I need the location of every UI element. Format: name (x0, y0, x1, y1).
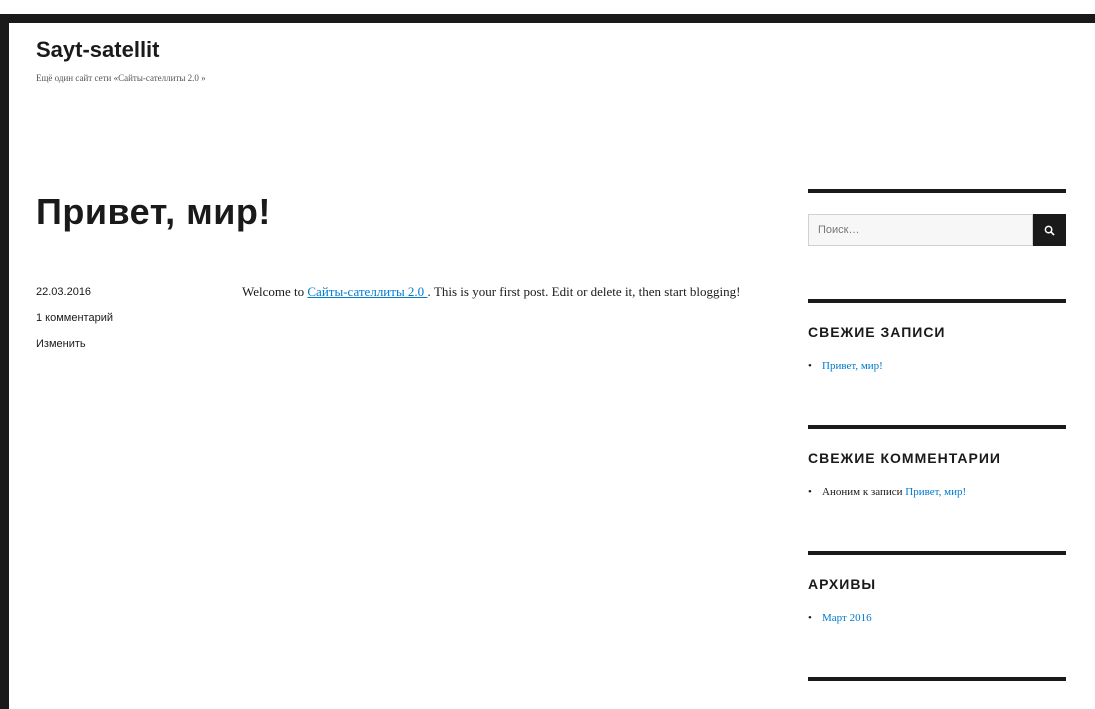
list-item: Аноним к записи Привет, мир! (808, 486, 1066, 498)
archives-list: Март 2016 (808, 612, 1066, 624)
search-button[interactable] (1033, 214, 1066, 246)
recent-post-link[interactable]: Привет, мир! (822, 360, 883, 372)
archives-title: АРХИВЫ (808, 576, 877, 592)
sidebar: СВЕЖИЕ ЗАПИСИ Привет, мир! СВЕЖИЕ КОММЕН… (808, 189, 1066, 681)
recent-posts-title: СВЕЖИЕ ЗАПИСИ (808, 324, 946, 340)
post-edit-link[interactable]: Изменить (36, 331, 113, 357)
search-form (808, 214, 1066, 246)
post-content-text-before: Welcome to (242, 284, 308, 299)
post-content-link[interactable]: Сайты-сателлиты 2.0 (307, 284, 427, 299)
post-content: Welcome to Сайты-сателлиты 2.0 . This is… (242, 279, 762, 305)
post-meta: 22.03.2016 1 комментарий Изменить (36, 279, 113, 357)
list-item: Март 2016 (808, 612, 1066, 624)
comment-post-link[interactable]: Привет, мир! (905, 486, 966, 498)
page: Sayt-satellit Ещё один сайт сети «Сайты-… (9, 23, 1095, 709)
post-date[interactable]: 22.03.2016 (36, 279, 113, 305)
widget-divider (808, 189, 1066, 193)
recent-posts-list: Привет, мир! (808, 360, 1066, 372)
recent-comments-title: СВЕЖИЕ КОММЕНТАРИИ (808, 450, 1001, 466)
widget-divider (808, 551, 1066, 555)
widget-divider (808, 677, 1066, 681)
archive-link[interactable]: Март 2016 (822, 612, 872, 624)
search-icon (1044, 225, 1055, 236)
list-item: Привет, мир! (808, 360, 1066, 372)
comment-author: Аноним к записи (822, 486, 906, 498)
post-title[interactable]: Привет, мир! (36, 191, 271, 233)
site-title[interactable]: Sayt-satellit (36, 37, 160, 63)
site-description: Ещё один сайт сети «Сайты-сателлиты 2.0 … (36, 73, 206, 83)
recent-comments-list: Аноним к записи Привет, мир! (808, 486, 1066, 498)
search-input[interactable] (808, 214, 1033, 246)
post-comments-link[interactable]: 1 комментарий (36, 305, 113, 331)
widget-divider (808, 299, 1066, 303)
post-content-text-after: . This is your first post. Edit or delet… (427, 284, 741, 299)
widget-divider (808, 425, 1066, 429)
